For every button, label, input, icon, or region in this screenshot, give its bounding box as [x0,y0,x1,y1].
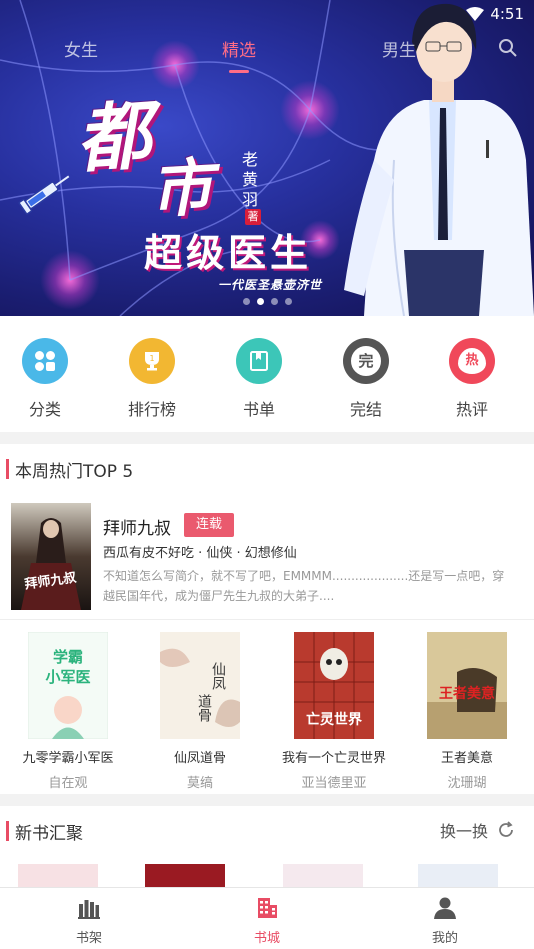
book-author: 亚当德里亚 [301,776,367,791]
section-title: 本周热门TOP 5 [15,461,134,482]
nav-bookshelf[interactable]: 书架 [49,896,129,946]
status-time: 4:51 [490,5,524,23]
category-hot-review[interactable]: 热 热评 [432,338,512,420]
featured-book[interactable]: 拜师九叔 拜师九叔 连载 西瓜有皮不好吃 · 仙侠 · 幻想修仙 不知道怎么写简… [0,494,534,620]
category-label: 排行榜 [127,400,176,419]
svg-text:王者美意: 王者美意 [439,685,495,702]
banner-title-char-1: 都 [73,92,158,184]
featured-title[interactable]: 拜师九叔 [103,514,171,539]
finished-icon: 完 [343,338,389,384]
carousel-dot[interactable] [285,298,292,305]
banner-title-char-2: 市 [148,150,217,227]
top-tabs: 女生 精选 男生 [0,36,534,66]
tab-indicator [229,70,249,73]
nav-label: 我的 [431,931,458,946]
featured-meta: 西瓜有皮不好吃 · 仙侠 · 幻想修仙 [103,546,297,561]
carousel-dot[interactable] [271,298,278,305]
bookstore-icon [258,898,277,918]
bottom-nav: 书架 书城 我的 [0,887,534,949]
book-title: 九零学霸小军医 [22,751,114,766]
category-label: 书单 [242,400,275,419]
refresh-button[interactable]: 换一换 [440,818,516,842]
featured-description: 不知道怎么写简介，就不写了吧，EMMMM....................… [103,569,505,603]
nav-profile[interactable]: 我的 [405,896,485,946]
book-item[interactable]: 仙凤 道骨 仙凤道骨 莫缟 [138,632,262,791]
hot-review-icon: 热 [449,338,495,384]
book-item[interactable]: 王者美意 王者美意 沈珊瑚 [405,632,529,791]
carousel-dot-active[interactable] [257,298,264,305]
status-badge: 连载 [184,513,234,537]
book-item[interactable]: 亡灵世界 我有一个亡灵世界 亚当德里亚 [272,632,396,791]
book-cover[interactable]: 亡灵世界 [294,632,374,739]
status-bar: 4:51 [414,0,534,28]
tab-male[interactable]: 男生 [382,36,416,61]
book-title: 仙凤道骨 [173,751,226,766]
nav-label: 书城 [253,931,280,946]
finished-glyph: 完 [351,346,381,376]
category-label: 分类 [28,400,61,419]
book-cover[interactable] [145,864,225,888]
book-cover[interactable]: 仙凤 道骨 [160,632,240,739]
book-row: 学霸 小军医 九零学霸小军医 自在观 仙凤 道骨 仙凤道骨 莫缟 亡灵世界 我有… [0,630,534,791]
book-title: 我有一个亡灵世界 [281,751,386,766]
nav-bookstore[interactable]: 书城 [227,896,307,946]
category-classify[interactable]: 分类 [5,338,85,420]
book-author: 莫缟 [186,776,213,791]
hero-banner[interactable]: 都 市 老黄羽 著 超级医生 一代医圣悬壶济世 4:51 女生 精选 男生 [0,0,534,316]
tab-female[interactable]: 女生 [64,36,98,61]
syringe-icon [18,175,70,215]
category-bar: 分类 1 排行榜 书单 完 完结 热 热评 [0,316,534,432]
tab-featured[interactable]: 精选 [222,36,256,61]
svg-text:学霸: 学霸 [53,648,83,666]
section-title: 新书汇聚 [15,823,83,844]
book-cover[interactable]: 学霸 小军医 [28,632,108,739]
book-cover[interactable] [418,864,498,888]
section-header: 新书汇聚 [0,820,83,844]
banner-author: 老黄羽 [242,150,259,209]
search-icon[interactable] [498,38,518,58]
svg-text:仙凤: 仙凤 [210,662,226,691]
category-booklist[interactable]: 书单 [219,338,299,420]
section-accent-bar [6,459,9,479]
book-title: 王者美意 [440,751,493,766]
banner-subtitle: 超级医生 [144,230,313,275]
svg-text:小军医: 小军医 [45,668,90,686]
refresh-icon [499,821,513,837]
hot-glyph: 热 [458,348,486,374]
new-books-section: 新书汇聚 换一换 [0,806,534,888]
refresh-label: 换一换 [439,822,488,841]
book-cover[interactable]: 拜师九叔 [11,503,91,610]
wifi-icon [466,7,485,21]
book-cover[interactable] [18,864,98,888]
svg-text:亡灵世界: 亡灵世界 [306,711,363,728]
bookshelf-icon [78,900,100,919]
nav-label: 书架 [75,931,102,946]
section-accent-bar [6,821,9,841]
grid-icon [22,338,68,384]
book-author: 沈珊瑚 [447,776,487,791]
banner-slogan: 一代医圣悬壶济世 [218,278,323,292]
book-cover[interactable] [283,864,363,888]
book-item[interactable]: 学霸 小军医 九零学霸小军医 自在观 [6,632,130,791]
carousel-dots [243,298,292,305]
category-finished[interactable]: 完 完结 [326,338,406,420]
trophy-icon: 1 [129,338,175,384]
category-label: 热评 [455,400,488,419]
category-ranking[interactable]: 1 排行榜 [112,338,192,420]
svg-text:1: 1 [149,354,154,363]
section-header: 本周热门TOP 5 [0,458,134,482]
carousel-dot[interactable] [243,298,250,305]
hot-top5-section: 本周热门TOP 5 拜师九叔 拜师九叔 连载 西瓜有皮不好吃 · 仙侠 · 幻想… [0,444,534,794]
profile-icon [434,897,456,919]
svg-text:道骨: 道骨 [196,694,212,722]
book-author: 自在观 [48,776,88,791]
category-label: 完结 [349,400,382,419]
book-cover[interactable]: 王者美意 [427,632,507,739]
booklist-icon [236,338,282,384]
